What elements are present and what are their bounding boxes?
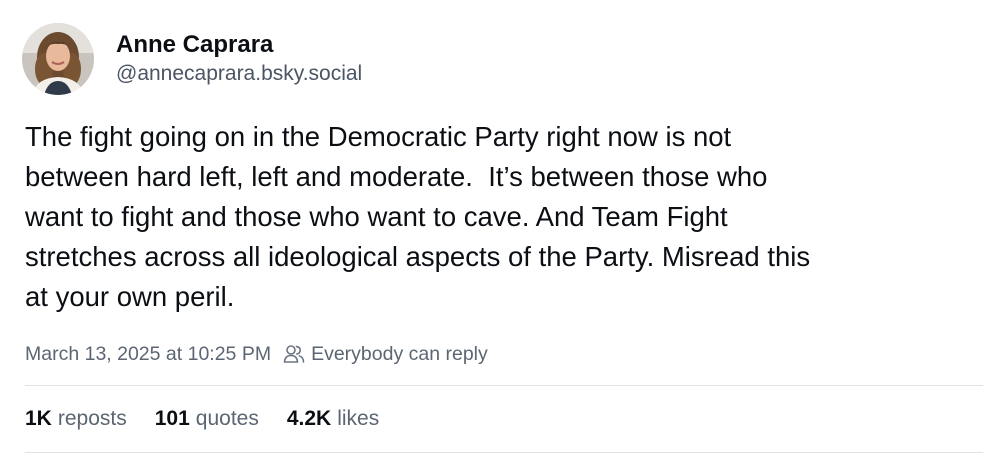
likes-stat[interactable]: 4.2K likes xyxy=(287,407,379,431)
quotes-label: quotes xyxy=(195,407,259,430)
post-header: Anne Caprara @annecaprara.bsky.social xyxy=(22,22,362,96)
avatar[interactable] xyxy=(22,23,94,95)
reposts-stat[interactable]: 1K reposts xyxy=(25,407,127,431)
reposts-label: reposts xyxy=(57,407,127,430)
divider xyxy=(25,385,983,386)
likes-label: likes xyxy=(337,407,380,430)
reply-setting[interactable]: Everybody can reply xyxy=(311,343,488,366)
people-icon xyxy=(283,344,305,364)
quotes-count: 101 xyxy=(154,407,190,430)
author-info: Anne Caprara @annecaprara.bsky.social xyxy=(116,30,362,88)
avatar-image xyxy=(22,23,94,95)
post-text: The fight going on in the Democratic Par… xyxy=(25,121,811,312)
engagement-stats: 1K reposts 101 quotes 4.2K likes xyxy=(25,404,407,434)
author-handle[interactable]: @annecaprara.bsky.social xyxy=(116,60,362,88)
display-name[interactable]: Anne Caprara xyxy=(116,30,362,60)
quotes-stat[interactable]: 101 quotes xyxy=(155,407,259,431)
post-meta: March 13, 2025 at 10:25 PM Everybody can… xyxy=(25,340,488,368)
post-timestamp[interactable]: March 13, 2025 at 10:25 PM xyxy=(25,343,271,366)
likes-count: 4.2K xyxy=(286,407,332,430)
post-card: Anne Caprara @annecaprara.bsky.social Th… xyxy=(0,0,1000,460)
reposts-count: 1K xyxy=(25,407,52,430)
divider xyxy=(25,452,983,453)
